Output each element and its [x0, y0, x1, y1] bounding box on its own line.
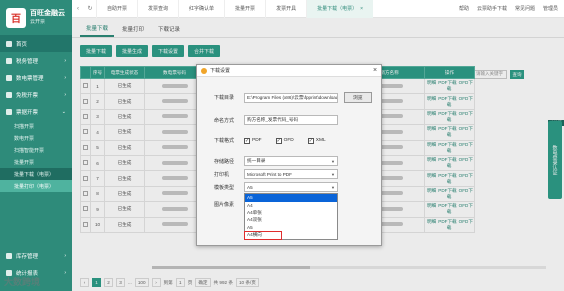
- ticket-icon: [6, 91, 12, 98]
- checkbox-icon: ✓: [307, 137, 314, 144]
- close-icon[interactable]: ×: [369, 67, 381, 74]
- template-option-a4[interactable]: A4: [245, 202, 337, 210]
- tab-batch-download[interactable]: 批量下载（电票） ×: [306, 0, 374, 18]
- browse-button[interactable]: 浏览: [344, 92, 372, 103]
- chevron-right-icon: ›: [64, 74, 66, 81]
- chevron-right-icon: ›: [64, 252, 66, 259]
- template-option-a4-double[interactable]: A4双张: [245, 217, 337, 225]
- nav-tax[interactable]: 税务管理 ›: [0, 52, 72, 69]
- app-title: 百旺金融云: [30, 10, 65, 18]
- logo: 百 百旺金融云 云开票: [0, 0, 72, 35]
- image-label: 图片像素: [214, 202, 235, 208]
- dir-label: 下载目录: [214, 95, 235, 101]
- close-icon[interactable]: ×: [360, 6, 363, 12]
- watermark: 大数跨境: [4, 277, 41, 287]
- sidebar-item-batch-download[interactable]: 批量下载（电票）: [0, 168, 72, 180]
- top-bar: ‹ ↻ 自助开票 发票查询 红字确认单 批量开票 发票开具 批量下载（电票） × …: [72, 0, 564, 18]
- nav-home[interactable]: 首页: [0, 35, 72, 52]
- chevron-right-icon: ›: [64, 91, 66, 98]
- refresh-icon[interactable]: ↻: [84, 5, 96, 12]
- tab-red-confirm[interactable]: 红字确认单: [178, 0, 224, 18]
- sidebar-item-batch[interactable]: 批量开票: [0, 156, 72, 168]
- template-dropdown: A5 A4 A4单张 A4双张 A5 A4横向: [244, 193, 338, 240]
- download-settings-dialog: 下载设置 × 下载目录 E:\Program Files (x86)\云票\fp…: [196, 64, 382, 246]
- chevron-down-icon: ▼: [331, 158, 335, 164]
- template-option-a4-single[interactable]: A4单张: [245, 209, 337, 217]
- storage-label: 存储路径: [214, 158, 235, 165]
- sidebar-item-scan[interactable]: 扫描开票: [0, 120, 72, 132]
- printer-label: 打印机: [214, 171, 230, 178]
- storage-select[interactable]: 统一目录 ▼: [244, 156, 338, 166]
- format-ofd-checkbox[interactable]: ✓ OFD: [275, 137, 294, 144]
- tab-self-invoice[interactable]: 自助开票: [96, 0, 137, 18]
- chevron-right-icon: ›: [64, 57, 66, 64]
- chevron-down-icon: ▼: [331, 171, 335, 177]
- tab-batch-invoice[interactable]: 批量开票: [224, 0, 265, 18]
- chevron-down-icon: ▼: [331, 184, 335, 190]
- template-option-a5[interactable]: A5: [245, 194, 337, 202]
- template-option-a5-2[interactable]: A5: [245, 224, 337, 232]
- nav-stock[interactable]: 库存管理 ›: [0, 247, 72, 264]
- sidebar-item-smart[interactable]: 扫描智能开票: [0, 144, 72, 156]
- help-link[interactable]: 帮助: [459, 5, 469, 12]
- sidebar-item-digital[interactable]: 数电开票: [0, 132, 72, 144]
- app-icon: [201, 67, 207, 74]
- faq-link[interactable]: 常见问题: [515, 5, 535, 12]
- template-option-a4-landscape[interactable]: A4横向: [244, 231, 282, 240]
- format-xml-checkbox[interactable]: ✓ XML: [307, 137, 326, 144]
- app-subtitle: 云开票: [30, 18, 46, 25]
- download-assistant-link[interactable]: 云票助手下载: [477, 5, 507, 12]
- template-label: 模板类型: [214, 184, 235, 191]
- sidebar-item-batch-print[interactable]: 批量打印（电票）: [0, 180, 72, 192]
- template-select[interactable]: A5 ▼: [244, 182, 338, 192]
- receipt-icon: [6, 108, 12, 115]
- box-icon: [6, 252, 12, 259]
- checkbox-icon: ✓: [244, 137, 250, 144]
- format-pdf-checkbox[interactable]: ✓ PDF: [244, 137, 262, 144]
- chevron-down-icon: ⌄: [61, 108, 66, 115]
- home-icon: [6, 40, 12, 47]
- download-dir-field[interactable]: E:\Program Files (x86)\云票\fpprint\downlo…: [244, 92, 338, 103]
- naming-label: 命名方式: [214, 117, 235, 124]
- dialog-title: 下载设置: [210, 68, 231, 74]
- sidebar: 百 百旺金融云 云开票 首页 税务管理 › 数电票管理 › 免税开票 › 票据开票 ⌄ …: [0, 0, 72, 291]
- checkbox-icon: ✓: [275, 137, 282, 144]
- chevron-right-icon: ›: [64, 269, 66, 276]
- back-icon[interactable]: ‹: [72, 6, 84, 12]
- tab-invoice-issue[interactable]: 发票开具: [265, 0, 306, 18]
- nav-receipt[interactable]: 票据开票 ⌄: [0, 103, 72, 120]
- naming-field[interactable]: 购方名称_发票代码_号码: [244, 115, 338, 125]
- nav-taxfree[interactable]: 免税开票 ›: [0, 86, 72, 103]
- format-label: 下载格式: [214, 138, 235, 144]
- tab-invoice-query[interactable]: 发票查询: [137, 0, 178, 18]
- tax-icon: [6, 57, 12, 64]
- logo-icon: 百: [6, 7, 26, 28]
- nav-einvoice[interactable]: 数电票管理 ›: [0, 69, 72, 86]
- user-menu[interactable]: 管理员: [543, 5, 558, 12]
- invoice-icon: [6, 74, 12, 81]
- printer-select[interactable]: Microsoft Print to PDF ▼: [244, 169, 338, 179]
